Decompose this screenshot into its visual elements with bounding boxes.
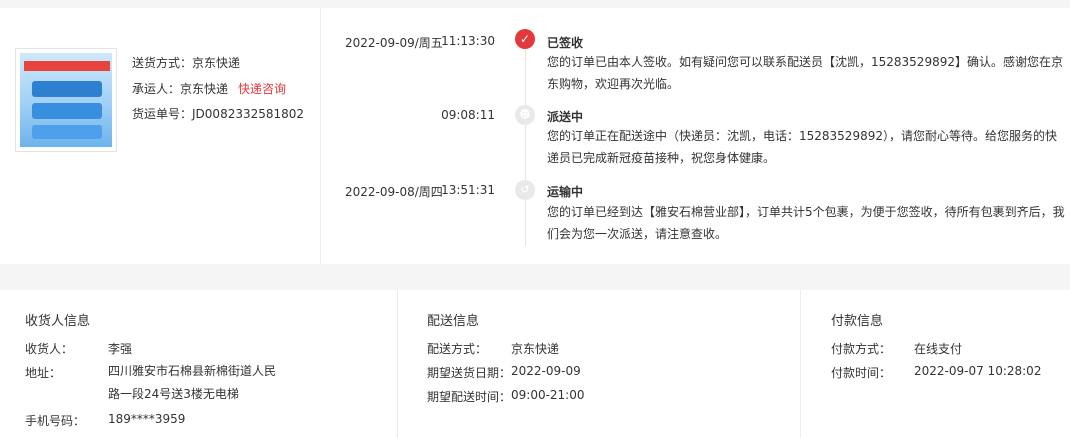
carrier-row: 承运人：京东快递 快递咨询 bbox=[132, 80, 286, 97]
delivery-method-label: 送货方式： bbox=[132, 56, 193, 70]
product-image-pack bbox=[32, 81, 102, 97]
carrier-label: 承运人： bbox=[132, 82, 181, 96]
carrier-value: 京东快递 bbox=[180, 82, 229, 96]
tracking-number-row: 货运单号：JD0082332581802 bbox=[132, 105, 304, 122]
receiver-address-label: 地址： bbox=[25, 366, 62, 380]
timeline-time: 09:08:11 bbox=[441, 108, 495, 122]
divider bbox=[320, 8, 321, 264]
timeline-date: 2022-09-08/周四 bbox=[345, 185, 443, 199]
timeline-status: 派送中 bbox=[547, 110, 584, 124]
payment-method-label: 付款方式： bbox=[831, 342, 892, 356]
order-info-panel: 收货人信息 收货人： 李强 地址： 四川雅安市石棉县新棉街道人民路一段24号送3… bbox=[0, 290, 1070, 438]
delivery-method-value: 京东快递 bbox=[511, 342, 560, 356]
timeline-message: 您的订单正在配送途中（快递员：沈凯，电话：15283529892），请您耐心等待… bbox=[547, 129, 1057, 165]
courier-inquiry-link[interactable]: 快递咨询 bbox=[238, 82, 286, 96]
product-image-pack bbox=[32, 103, 102, 119]
receiver-phone-value: 189****3959 bbox=[108, 412, 186, 426]
product-image bbox=[20, 53, 112, 147]
payment-time-label: 付款时间： bbox=[831, 366, 892, 380]
receiver-name-value: 李强 bbox=[108, 342, 133, 356]
truck-icon: ↺ bbox=[515, 180, 535, 200]
receiver-section-title: 收货人信息 bbox=[25, 314, 91, 329]
timeline-status: 已签收 bbox=[547, 36, 584, 50]
delivery-date-value: 2022-09-09 bbox=[511, 364, 581, 378]
timeline-message: 您的订单已由本人签收。如有疑问您可以联系配送员【沈凯，15283529892】确… bbox=[547, 55, 1063, 91]
timeline-date: 2022-09-09/周五 bbox=[345, 36, 443, 50]
timeline-time: 13:51:31 bbox=[441, 183, 495, 197]
delivery-time-value: 09:00-21:00 bbox=[511, 388, 585, 402]
payment-section-title: 付款信息 bbox=[831, 314, 884, 329]
timeline-time: 11:13:30 bbox=[441, 34, 495, 48]
delivery-section-title: 配送信息 bbox=[427, 314, 480, 329]
product-thumbnail[interactable] bbox=[15, 48, 117, 152]
timeline-message: 您的订单已经到达【雅安石棉营业部】，订单共计5个包裹，为便于您签收，待所有包裹到… bbox=[547, 205, 1065, 241]
courier-icon: ☻ bbox=[515, 105, 535, 125]
check-icon: ✓ bbox=[515, 29, 535, 49]
payment-method-value: 在线支付 bbox=[914, 342, 963, 356]
tracking-number-value: JD0082332581802 bbox=[192, 107, 305, 121]
delivery-time-label: 期望配送时间： bbox=[427, 390, 512, 404]
delivery-method-label: 配送方式： bbox=[427, 342, 488, 356]
timeline-status: 运输中 bbox=[547, 185, 584, 199]
tracking-panel: 送货方式：京东快递 承运人：京东快递 快递咨询 货运单号：JD0082332581… bbox=[0, 8, 1070, 264]
delivery-date-label: 期望送货日期： bbox=[427, 366, 512, 380]
product-image-banner bbox=[24, 61, 110, 71]
divider bbox=[397, 290, 398, 438]
timeline-line bbox=[525, 50, 526, 246]
receiver-phone-label: 手机号码： bbox=[25, 414, 86, 428]
product-image-pack bbox=[32, 125, 102, 139]
payment-time-value: 2022-09-07 10:28:02 bbox=[914, 364, 1042, 378]
delivery-method-row: 送货方式：京东快递 bbox=[132, 54, 240, 71]
receiver-name-label: 收货人： bbox=[25, 342, 74, 356]
tracking-number-label: 货运单号： bbox=[132, 107, 193, 121]
receiver-address-value: 四川雅安市石棉县新棉街道人民路一段24号送3楼无电梯 bbox=[108, 364, 277, 401]
delivery-method-value: 京东快递 bbox=[192, 56, 241, 70]
divider bbox=[800, 290, 801, 438]
